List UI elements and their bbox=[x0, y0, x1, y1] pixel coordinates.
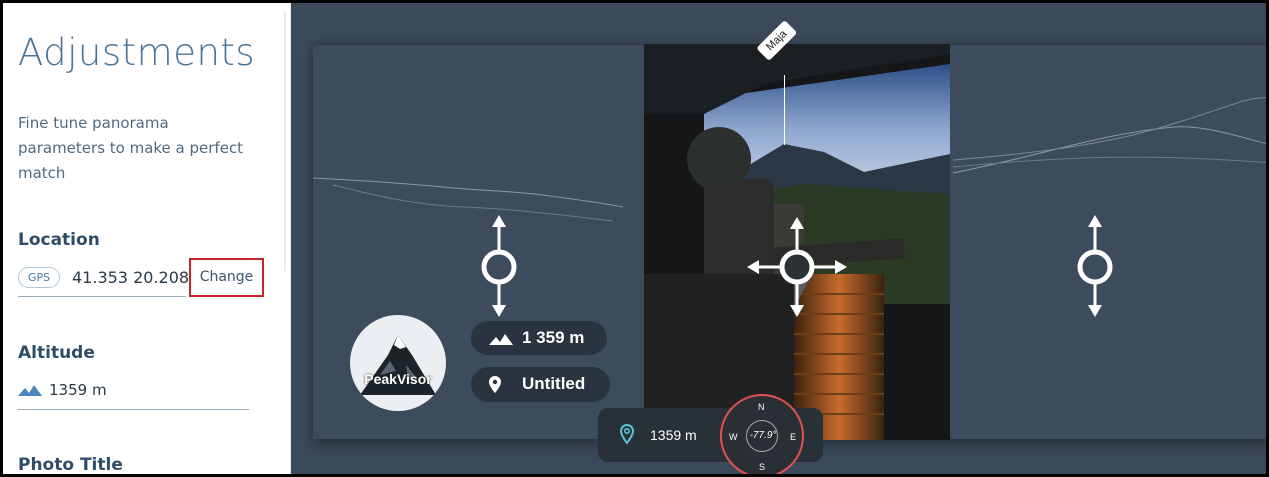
page-title: Adjustments bbox=[18, 31, 256, 74]
compass-south: S bbox=[759, 462, 766, 472]
location-pin-icon bbox=[620, 424, 634, 444]
gps-badge: GPS bbox=[18, 267, 60, 288]
bottom-altitude-text: 1359 m bbox=[650, 427, 697, 443]
altitude-pill[interactable]: 1 359 m bbox=[471, 321, 607, 355]
photo-title-heading: Photo Title bbox=[18, 455, 123, 475]
compass-widget[interactable]: N E S W -77.9° bbox=[720, 394, 804, 474]
logo-text: PeakVisor bbox=[364, 371, 432, 387]
peak-pin-line bbox=[784, 75, 785, 145]
peakvisor-logo: PeakVisor bbox=[350, 315, 446, 411]
location-coordinates: 41.353 20.208 bbox=[72, 268, 190, 287]
adjustments-sidebar: Adjustments Fine tune panorama parameter… bbox=[3, 3, 291, 475]
panorama-viewer[interactable]: Maja PeakVisor 1 359 m Untitled 1359 m N… bbox=[291, 3, 1266, 474]
location-field-underline bbox=[18, 296, 186, 297]
title-pill[interactable]: Untitled bbox=[471, 367, 610, 402]
app-window: Adjustments Fine tune panorama parameter… bbox=[0, 0, 1269, 477]
altitude-pill-text: 1 359 m bbox=[522, 328, 585, 347]
vertical-move-handle-left[interactable] bbox=[479, 215, 519, 317]
compass-heading: -77.9° bbox=[749, 430, 777, 441]
title-pill-text: Untitled bbox=[522, 374, 586, 393]
compass-east: E bbox=[790, 432, 797, 442]
location-pin-icon bbox=[489, 376, 501, 393]
four-way-move-handle[interactable] bbox=[747, 217, 847, 317]
altitude-field[interactable]: 1359 m bbox=[49, 381, 107, 399]
altitude-heading: Altitude bbox=[18, 343, 95, 363]
altitude-field-underline bbox=[18, 409, 249, 410]
compass-north: N bbox=[758, 402, 765, 412]
mountain-logo-icon bbox=[360, 335, 436, 395]
mountain-icon bbox=[18, 385, 42, 396]
sidebar-scrollbar[interactable] bbox=[284, 11, 286, 271]
vertical-move-handle-right[interactable] bbox=[1075, 215, 1115, 317]
page-description: Fine tune panorama parameters to make a … bbox=[18, 114, 244, 182]
change-location-button[interactable]: Change bbox=[189, 258, 264, 297]
location-heading: Location bbox=[18, 230, 100, 250]
mountain-icon bbox=[489, 334, 513, 345]
compass-west: W bbox=[729, 432, 738, 442]
